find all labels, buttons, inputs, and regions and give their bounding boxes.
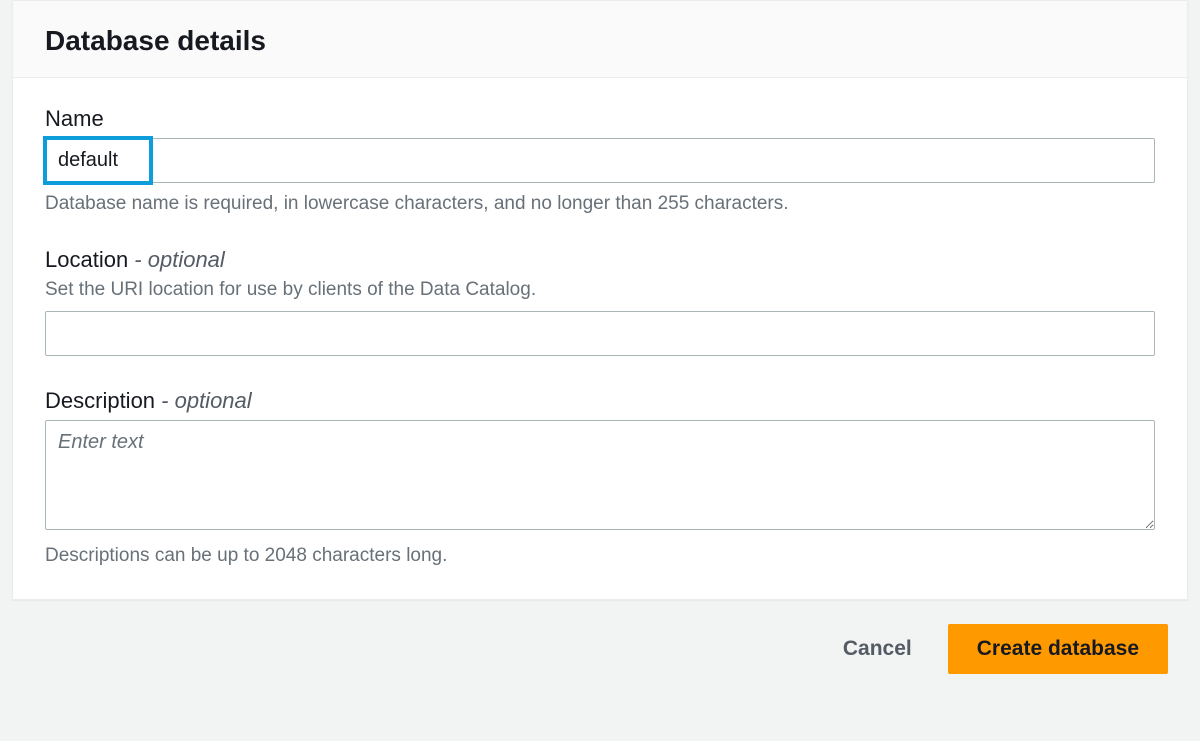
database-details-panel: Database details Name Database name is r… xyxy=(12,0,1188,600)
location-input[interactable] xyxy=(45,311,1155,356)
name-label: Name xyxy=(45,106,1155,132)
form-group-description: Description - optional Descriptions can … xyxy=(45,388,1155,567)
panel-body: Name Database name is required, in lower… xyxy=(13,78,1187,599)
location-optional: - optional xyxy=(128,247,225,272)
description-label-line: Description - optional xyxy=(45,388,1155,414)
description-hint: Descriptions can be up to 2048 character… xyxy=(45,545,1155,567)
name-input[interactable] xyxy=(45,138,1155,183)
form-group-location: Location - optional Set the URI location… xyxy=(45,247,1155,356)
footer-actions: Cancel Create database xyxy=(0,600,1200,674)
location-label-line: Location - optional xyxy=(45,247,1155,273)
location-hint: Set the URI location for use by clients … xyxy=(45,279,1155,301)
cancel-button[interactable]: Cancel xyxy=(835,625,920,673)
name-hint: Database name is required, in lowercase … xyxy=(45,193,1155,215)
name-input-wrap xyxy=(45,138,1155,183)
description-optional: - optional xyxy=(155,388,252,413)
panel-title: Database details xyxy=(45,25,1155,57)
description-label: Description xyxy=(45,388,155,413)
create-database-button[interactable]: Create database xyxy=(948,624,1168,674)
form-group-name: Name Database name is required, in lower… xyxy=(45,106,1155,215)
location-label: Location xyxy=(45,247,128,272)
description-textarea[interactable] xyxy=(45,420,1155,530)
panel-header: Database details xyxy=(13,1,1187,78)
